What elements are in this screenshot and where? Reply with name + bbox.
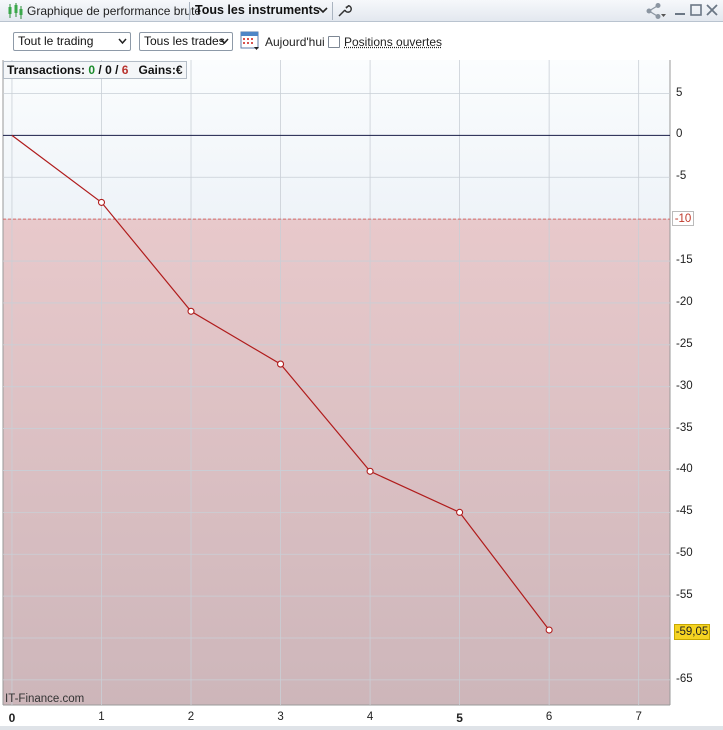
y-tick-label: -50 — [676, 547, 693, 560]
open-positions-checkbox[interactable] — [328, 36, 340, 48]
threshold-label: -10 — [672, 211, 694, 226]
window-titlebar: Graphique de performance brute Tous les … — [0, 0, 723, 22]
share-icon[interactable] — [645, 2, 667, 20]
chevron-down-icon — [220, 38, 229, 45]
x-tick-label: 0 — [8, 711, 16, 725]
y-tick-label: -35 — [676, 421, 693, 434]
gains-label: Gains: — [138, 63, 176, 77]
open-positions-label[interactable]: Positions ouvertes — [344, 35, 442, 49]
maximize-icon[interactable] — [689, 3, 703, 17]
watermark: IT-Finance.com — [5, 693, 85, 705]
transactions-summary: Transactions: 0 / 0 / 6 Gains:€ — [3, 61, 187, 79]
performance-chart — [0, 60, 723, 730]
instrument-selector[interactable]: Tous les instruments — [195, 3, 320, 17]
y-tick-label: -25 — [676, 337, 693, 350]
period-select[interactable]: Tout le trading — [13, 32, 131, 51]
neutral-count: 0 — [105, 63, 112, 77]
y-tick-label: -40 — [676, 463, 693, 476]
y-tick-label: -45 — [676, 505, 693, 518]
x-tick-label: 3 — [277, 711, 284, 723]
y-tick-label: -15 — [676, 254, 693, 267]
today-button[interactable]: Aujourd'hui — [265, 35, 325, 49]
y-tick-label: 0 — [676, 128, 683, 141]
x-tick-label: 5 — [456, 711, 463, 725]
wrench-icon[interactable] — [336, 2, 352, 18]
last-value-label: -59,05 — [674, 624, 710, 640]
trades-select-value: Tous les trades — [144, 34, 225, 48]
y-tick-label: -20 — [676, 295, 693, 308]
title-divider — [189, 2, 190, 20]
trades-select[interactable]: Tous les trades — [139, 32, 233, 51]
period-select-value: Tout le trading — [18, 34, 94, 48]
gains-value: € — [175, 63, 183, 77]
y-tick-label: -5 — [676, 170, 687, 183]
x-tick-label: 1 — [98, 711, 105, 723]
count-separator: / — [95, 63, 106, 77]
y-tick-label: -30 — [676, 379, 693, 392]
x-tick-label: 2 — [187, 711, 195, 723]
y-tick-label: 5 — [676, 86, 683, 99]
y-tick-label: -55 — [676, 589, 693, 602]
count-separator: / — [111, 63, 122, 77]
chart-candles-icon — [8, 3, 23, 19]
horizontal-scrollbar[interactable] — [0, 726, 723, 730]
window-title: Graphique de performance brute — [27, 4, 202, 18]
filter-toolbar: Tout le trading Tous les trades Aujourd'… — [0, 22, 723, 60]
transactions-label: Transactions: — [7, 63, 86, 77]
x-tick-label: 7 — [635, 711, 642, 723]
x-tick-label: 6 — [545, 711, 553, 723]
loss-count: 6 — [121, 63, 129, 77]
calendar-icon[interactable] — [240, 30, 260, 51]
chevron-down-icon[interactable] — [318, 3, 328, 17]
y-tick-label: -65 — [676, 672, 693, 685]
x-tick-label: 4 — [366, 711, 374, 723]
close-icon[interactable] — [705, 3, 719, 17]
minimize-icon[interactable] — [673, 3, 687, 17]
chevron-down-icon — [118, 38, 127, 45]
title-divider — [332, 2, 333, 20]
